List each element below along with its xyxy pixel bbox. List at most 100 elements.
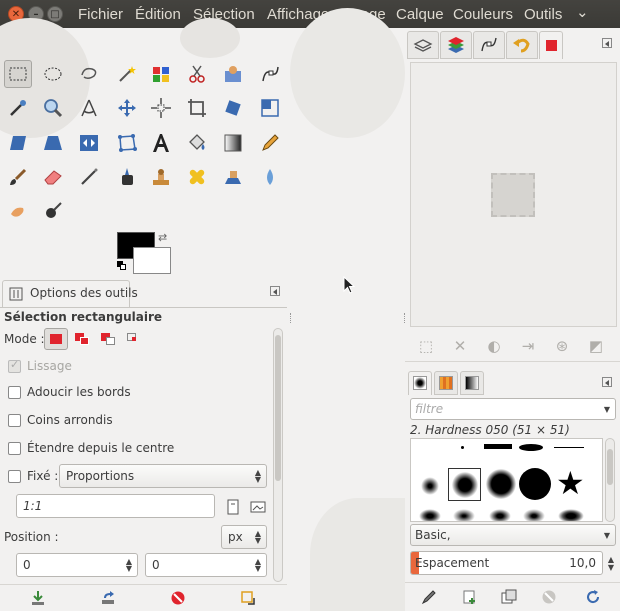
restore-preset-icon[interactable] bbox=[96, 587, 120, 609]
fuzzy-select-tool-icon[interactable] bbox=[113, 60, 141, 88]
perspective-clone-tool-icon[interactable] bbox=[219, 163, 247, 191]
smudge-tool-icon[interactable] bbox=[4, 197, 32, 225]
zoom-tool-icon[interactable] bbox=[39, 94, 67, 122]
edit-brush-icon[interactable] bbox=[417, 586, 441, 608]
brush-1[interactable] bbox=[461, 446, 464, 449]
cage-transform-tool-icon[interactable] bbox=[113, 129, 141, 157]
aspect-ratio-input[interactable]: 1:1 bbox=[16, 494, 215, 518]
tab-patterns[interactable] bbox=[434, 371, 458, 395]
color-select-tool-icon[interactable] bbox=[147, 60, 175, 88]
delete-brush-icon[interactable] bbox=[537, 586, 561, 608]
portrait-icon[interactable] bbox=[221, 496, 245, 518]
menu-calque[interactable]: Calque bbox=[396, 6, 444, 23]
bucket-fill-tool-icon[interactable] bbox=[183, 129, 211, 157]
save-preset-icon[interactable] bbox=[26, 587, 50, 609]
align-tool-icon[interactable] bbox=[147, 94, 175, 122]
brush-grid[interactable]: ★ bbox=[410, 438, 603, 522]
tab-layers[interactable] bbox=[407, 31, 439, 59]
save-to-channel-icon[interactable]: ⇥ bbox=[517, 335, 539, 357]
image-canvas-area[interactable] bbox=[290, 8, 405, 611]
brush-7[interactable] bbox=[519, 468, 551, 500]
mode-intersect-button[interactable] bbox=[122, 328, 146, 350]
move-tool-icon[interactable] bbox=[113, 94, 141, 122]
fixed-label[interactable]: Fixé : bbox=[27, 469, 58, 483]
mode-add-button[interactable] bbox=[70, 328, 94, 350]
delete-preset-icon[interactable] bbox=[166, 587, 190, 609]
brush-10[interactable] bbox=[489, 509, 511, 521]
landscape-icon[interactable] bbox=[246, 496, 270, 518]
rounded-corners-checkbox[interactable] bbox=[8, 414, 21, 427]
brush-selected[interactable] bbox=[448, 468, 481, 501]
tab-undo-history[interactable] bbox=[506, 31, 538, 59]
duplicate-brush-icon[interactable] bbox=[497, 586, 521, 608]
left-dock-handle[interactable] bbox=[290, 313, 293, 323]
brushes-panel-menu-icon[interactable] bbox=[602, 377, 612, 387]
tab-tool-options[interactable]: Options des outils bbox=[2, 280, 138, 307]
heal-tool-icon[interactable] bbox=[183, 163, 211, 191]
tab-brushes[interactable] bbox=[408, 371, 432, 395]
eraser-tool-icon[interactable] bbox=[39, 163, 67, 191]
free-select-tool-icon[interactable] bbox=[75, 60, 103, 88]
window-maximize-button[interactable]: □ bbox=[47, 6, 63, 22]
clone-tool-icon[interactable] bbox=[147, 163, 175, 191]
menu-edition[interactable]: Édition bbox=[135, 6, 181, 23]
reset-options-icon[interactable] bbox=[236, 587, 260, 609]
layers-panel-menu-icon[interactable] bbox=[602, 38, 612, 48]
scissors-select-tool-icon[interactable] bbox=[183, 60, 211, 88]
brush-filter-input[interactable]: filtre ▼ bbox=[410, 398, 616, 420]
expand-from-center-label[interactable]: Étendre depuis le centre bbox=[27, 441, 174, 455]
brush-grid-scrollbar[interactable] bbox=[605, 438, 615, 522]
paintbrush-tool-icon[interactable] bbox=[4, 163, 32, 191]
ink-tool-icon[interactable] bbox=[113, 163, 141, 191]
brush-11[interactable] bbox=[523, 509, 545, 521]
brush-8[interactable] bbox=[419, 509, 441, 521]
fixed-mode-combo[interactable]: Proportions ▲ ▼ bbox=[59, 464, 267, 488]
brush-4[interactable] bbox=[554, 447, 584, 448]
rotate-tool-icon[interactable] bbox=[219, 94, 247, 122]
airbrush-tool-icon[interactable] bbox=[75, 163, 103, 191]
default-colors-icon[interactable] bbox=[117, 261, 127, 271]
color-picker-tool-icon[interactable] bbox=[4, 94, 32, 122]
unit-combo[interactable]: px ▲ ▼ bbox=[221, 525, 267, 549]
brush-5[interactable] bbox=[421, 477, 439, 495]
blend-tool-icon[interactable] bbox=[219, 129, 247, 157]
refresh-brushes-icon[interactable] bbox=[581, 586, 605, 608]
to-path-icon[interactable]: ⊛ bbox=[551, 335, 573, 357]
swap-colors-icon[interactable]: ⇄ bbox=[158, 231, 167, 244]
spacing-slider[interactable]: Espacement 10,0 bbox=[410, 551, 603, 575]
mode-replace-button[interactable] bbox=[44, 328, 68, 350]
select-none-icon[interactable]: ✕ bbox=[449, 335, 471, 357]
options-scrollbar-thumb[interactable] bbox=[275, 335, 281, 481]
invert-selection-icon[interactable]: ◐ bbox=[483, 335, 505, 357]
tab-paths[interactable] bbox=[473, 31, 505, 59]
flip-tool-icon[interactable] bbox=[75, 129, 103, 157]
panel-menu-icon[interactable] bbox=[270, 286, 280, 296]
shear-tool-icon[interactable] bbox=[4, 129, 32, 157]
new-brush-icon[interactable] bbox=[457, 586, 481, 608]
position-y-input[interactable]: 0 ▲ ▼ bbox=[145, 553, 267, 577]
mode-subtract-button[interactable] bbox=[96, 328, 120, 350]
tab-selection-editor[interactable] bbox=[539, 31, 563, 59]
brush-12[interactable] bbox=[558, 509, 584, 521]
background-color-swatch[interactable] bbox=[133, 247, 171, 274]
crop-tool-icon[interactable] bbox=[183, 94, 211, 122]
menu-fichier[interactable]: Fichier bbox=[78, 6, 123, 23]
perspective-tool-icon[interactable] bbox=[39, 129, 67, 157]
scale-tool-icon[interactable] bbox=[256, 94, 284, 122]
blur-sharpen-tool-icon[interactable] bbox=[256, 163, 284, 191]
paths-tool-icon[interactable] bbox=[256, 60, 284, 88]
brush-3[interactable] bbox=[519, 444, 543, 451]
measure-tool-icon[interactable] bbox=[75, 94, 103, 122]
brush-grid-scrollbar-thumb[interactable] bbox=[607, 449, 613, 485]
menu-overflow-icon[interactable]: ⌄ bbox=[576, 3, 589, 21]
tab-channels[interactable] bbox=[440, 31, 472, 59]
brush-star[interactable]: ★ bbox=[556, 467, 585, 499]
select-all-icon[interactable]: ⬚ bbox=[415, 335, 437, 357]
fixed-checkbox[interactable] bbox=[8, 470, 21, 483]
tab-gradients[interactable] bbox=[460, 371, 484, 395]
foreground-select-tool-icon[interactable] bbox=[219, 60, 247, 88]
dodge-burn-tool-icon[interactable] bbox=[39, 197, 67, 225]
brush-6[interactable] bbox=[486, 469, 516, 499]
feather-label[interactable]: Adoucir les bords bbox=[27, 385, 131, 399]
brush-2[interactable] bbox=[484, 444, 512, 449]
